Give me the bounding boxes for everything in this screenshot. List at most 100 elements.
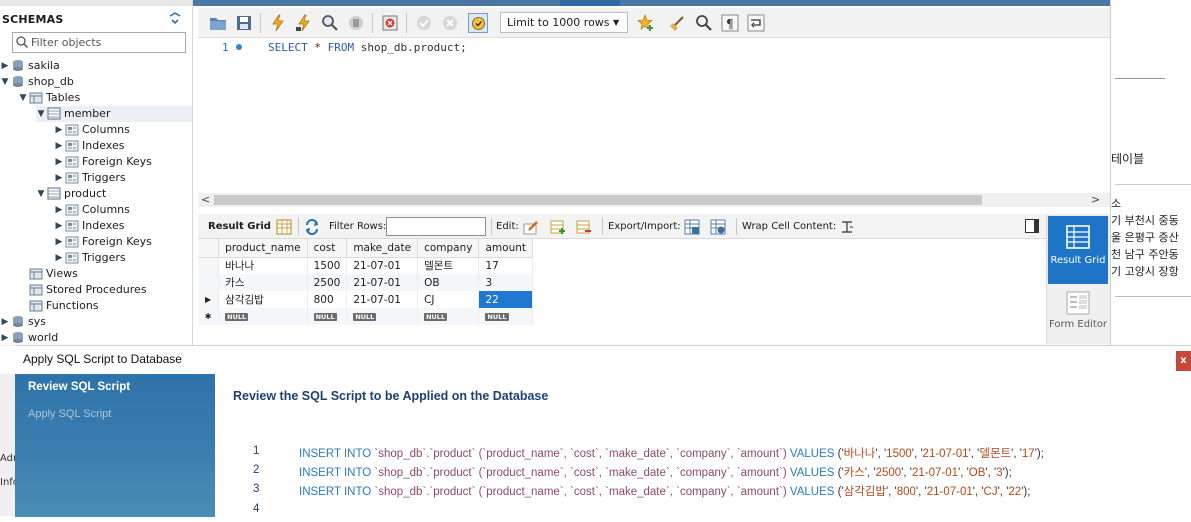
word-wrap-icon[interactable]	[746, 13, 766, 33]
result-grid[interactable]: product_name cost make_date company amou…	[198, 239, 533, 327]
commit-icon[interactable]	[414, 13, 434, 33]
save-icon[interactable]	[234, 13, 254, 33]
expand-arrow-icon[interactable]: ▶	[0, 58, 10, 74]
sql-statement[interactable]: SELECT * FROM shop_db.product;	[268, 41, 467, 54]
grid-cell[interactable]: 21-07-01	[346, 291, 419, 308]
column-header[interactable]: product_name	[218, 239, 308, 258]
tree-item-member-triggers[interactable]: ▶ Triggers	[54, 170, 192, 186]
tree-item-stored-procedures-folder[interactable]: Stored Procedures	[18, 282, 192, 298]
grid-cell[interactable]: 바나나	[218, 257, 308, 274]
result-grid-label[interactable]: Result Grid	[208, 221, 271, 232]
expand-arrow-icon[interactable]: ▶	[54, 122, 64, 138]
grid-cell[interactable]: 1500	[307, 257, 348, 274]
scroll-left-icon[interactable]: <	[201, 193, 210, 206]
beautify-broom-icon[interactable]	[668, 13, 688, 33]
grid-cell[interactable]: 델몬트	[417, 257, 480, 274]
collapse-arrow-icon[interactable]: ▼	[18, 90, 28, 106]
grid-cell[interactable]: 17	[478, 257, 533, 274]
editor-horizontal-scrollbar[interactable]: < >	[198, 193, 1110, 207]
filter-objects-box[interactable]	[12, 32, 186, 53]
invisible-chars-pilcrow-icon[interactable]: ¶	[720, 13, 740, 33]
grid-cell[interactable]: 3	[478, 274, 533, 291]
tree-item-product-columns[interactable]: ▶ Columns	[54, 202, 192, 218]
editor-tab-strip[interactable]	[193, 0, 1111, 6]
grid-cell[interactable]: 카스	[218, 274, 308, 291]
tree-item-member-foreign-keys[interactable]: ▶ Foreign Keys	[54, 154, 192, 170]
add-row-icon[interactable]	[550, 219, 566, 235]
grid-cell[interactable]: 21-07-01	[346, 257, 419, 274]
execute-current-icon[interactable]	[294, 13, 314, 33]
tree-item-schema-world[interactable]: ▶ world	[0, 330, 192, 345]
grid-cell[interactable]: NULL	[346, 308, 419, 325]
expand-arrow-icon[interactable]: ▶	[54, 234, 64, 250]
wrap-cell-toggle-icon[interactable]	[839, 219, 855, 235]
grid-cell[interactable]: 800	[307, 291, 348, 308]
grid-cell[interactable]: NULL	[218, 308, 308, 325]
scrollbar-thumb[interactable]	[214, 195, 982, 205]
tree-item-schema-sys[interactable]: ▶ sys	[0, 314, 192, 330]
filter-rows-input[interactable]	[386, 217, 486, 236]
tree-item-table-member[interactable]: ▼ member	[36, 106, 192, 122]
tree-item-product-indexes[interactable]: ▶ Indexes	[54, 218, 192, 234]
tree-item-tables-folder[interactable]: ▼ Tables	[18, 90, 192, 106]
column-header[interactable]: make_date	[346, 239, 419, 258]
tree-item-table-product[interactable]: ▼ product	[36, 186, 192, 202]
grid-cell[interactable]: NULL	[478, 308, 533, 325]
edit-cell-pencil-icon[interactable]	[523, 219, 539, 235]
grid-cell[interactable]: NULL	[417, 308, 480, 325]
rollback-icon[interactable]	[440, 13, 460, 33]
refresh-arrows-icon[interactable]	[304, 219, 320, 235]
form-editor-tab-label[interactable]: Form Editor	[1047, 320, 1109, 330]
row-header[interactable]	[198, 257, 220, 274]
export-icon[interactable]	[684, 219, 700, 235]
tree-item-functions-folder[interactable]: Functions	[18, 298, 192, 314]
grid-cell[interactable]: NULL	[307, 308, 348, 325]
collapse-arrow-icon[interactable]: ▼	[0, 74, 10, 90]
column-header[interactable]: company	[417, 239, 480, 258]
stop-hand-icon[interactable]	[346, 13, 366, 33]
grid-cell[interactable]: 삼각김밥	[218, 291, 308, 308]
sql-editor[interactable]: 1 SELECT * FROM shop_db.product;	[198, 38, 1110, 193]
tab-product-active[interactable]	[560, 0, 620, 6]
table-row[interactable]: ▶ 삼각김밥 800 21-07-01 CJ 22	[198, 291, 533, 308]
expand-arrow-icon[interactable]: ▶	[54, 170, 64, 186]
expand-arrow-icon[interactable]: ▶	[0, 330, 10, 345]
execute-lightning-icon[interactable]	[268, 13, 288, 33]
current-row-arrow-icon[interactable]: ▶	[198, 291, 220, 308]
grid-cell[interactable]: 21-07-01	[346, 274, 419, 291]
expand-arrow-icon[interactable]: ▶	[54, 138, 64, 154]
refresh-icon[interactable]	[168, 11, 182, 25]
add-snippet-star-icon[interactable]	[636, 13, 656, 33]
limit-rows-select[interactable]: Limit to 1000 rows ▼	[500, 12, 628, 33]
collapse-arrow-icon[interactable]: ▼	[36, 106, 46, 122]
column-header[interactable]: cost	[307, 239, 348, 258]
tree-item-schema-shop-db[interactable]: ▼ shop_db	[0, 74, 192, 90]
column-header[interactable]: amount	[478, 239, 533, 258]
explain-magnifier-icon[interactable]	[320, 13, 340, 33]
tree-item-product-triggers[interactable]: ▶ Triggers	[54, 250, 192, 266]
tree-item-views-folder[interactable]: Views	[18, 266, 192, 282]
tree-item-member-indexes[interactable]: ▶ Indexes	[54, 138, 192, 154]
filter-objects-input[interactable]	[31, 34, 181, 51]
toggle-side-panel-icon[interactable]	[1025, 219, 1039, 233]
tree-item-product-foreign-keys[interactable]: ▶ Foreign Keys	[54, 234, 192, 250]
table-row[interactable]: 카스 2500 21-07-01 OB 3	[198, 274, 533, 291]
result-grid-tab[interactable]: Result Grid	[1048, 216, 1108, 284]
grid-cell[interactable]: OB	[417, 274, 480, 291]
table-row[interactable]: 바나나 1500 21-07-01 델몬트 17	[198, 257, 533, 274]
scroll-right-icon[interactable]: >	[1091, 193, 1100, 206]
expand-arrow-icon[interactable]: ▶	[54, 202, 64, 218]
collapse-arrow-icon[interactable]: ▼	[36, 186, 46, 202]
grid-cell[interactable]: 2500	[307, 274, 348, 291]
grid-layout-icon[interactable]	[276, 219, 292, 235]
form-editor-icon[interactable]	[1065, 290, 1091, 316]
expand-arrow-icon[interactable]: ▶	[0, 314, 10, 330]
expand-arrow-icon[interactable]: ▶	[54, 250, 64, 266]
close-button[interactable]: x	[1176, 351, 1191, 371]
new-row[interactable]: ✱ NULL NULL NULL NULL NULL	[198, 308, 533, 325]
dialog-titlebar[interactable]: Apply SQL Script to Database x	[0, 346, 1191, 374]
grid-cell[interactable]: CJ	[417, 291, 480, 308]
tree-item-member-columns[interactable]: ▶ Columns	[54, 122, 192, 138]
find-magnifier-icon[interactable]	[694, 13, 714, 33]
expand-arrow-icon[interactable]: ▶	[54, 154, 64, 170]
